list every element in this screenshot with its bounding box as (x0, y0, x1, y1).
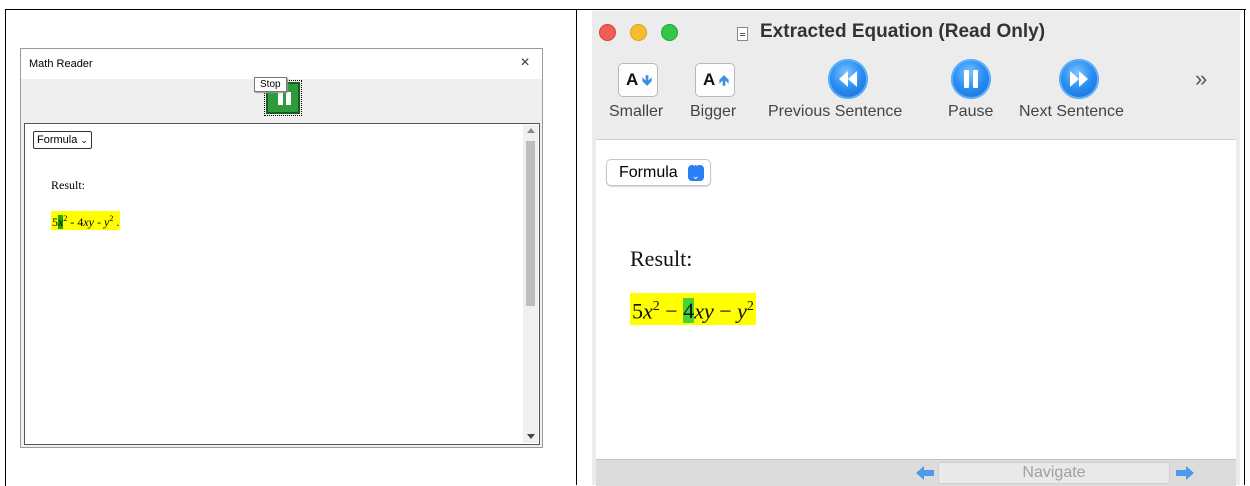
content-pane: Formula ⌃ ⌄ Result: 5x2 − 4xy − y2 (596, 139, 1236, 460)
previous-sentence-label[interactable]: Previous Sentence (768, 103, 902, 121)
extracted-equation-window: Extracted Equation (Read Only) A 🡻 Smalle… (592, 11, 1240, 486)
smaller-button[interactable]: A 🡻 (618, 63, 658, 97)
fast-forward-icon (1070, 71, 1088, 87)
pause-button[interactable] (951, 59, 991, 99)
smaller-label[interactable]: Smaller (609, 103, 663, 121)
rewind-icon (839, 71, 857, 87)
arrow-left-icon[interactable] (916, 465, 934, 481)
minimize-light-icon[interactable] (630, 24, 647, 41)
formula: 5x2 - 4xy - y2 . (51, 211, 121, 230)
title-bar: Extracted Equation (Read Only) A 🡻 Smalle… (592, 11, 1240, 139)
scroll-thumb[interactable] (526, 141, 535, 306)
document-icon (737, 27, 748, 41)
close-light-icon[interactable] (599, 24, 616, 41)
chevron-updown-icon: ⌃ ⌄ (687, 163, 704, 181)
window-title: Extracted Equation (Read Only) (760, 21, 1046, 42)
vertical-scrollbar[interactable] (523, 125, 538, 443)
pause-label[interactable]: Pause (948, 103, 993, 121)
panel-divider (576, 9, 577, 485)
next-sentence-label[interactable]: Next Sentence (1019, 103, 1124, 121)
arrow-right-icon[interactable] (1176, 465, 1194, 481)
stop-tooltip: Stop (254, 77, 287, 92)
arrow-down-icon: 🡻 (641, 72, 652, 88)
scroll-up-icon[interactable] (527, 128, 535, 133)
zoom-light-icon[interactable] (661, 24, 678, 41)
pause-icon (964, 70, 978, 88)
math-reader-window: Math Reader × Formula ⌄ Result: 5x2 - 4x… (20, 48, 543, 448)
bigger-button[interactable]: A 🡹 (695, 63, 735, 97)
previous-sentence-button[interactable] (828, 59, 868, 99)
formula: 5x2 − 4xy − y2 (630, 293, 756, 326)
status-bar: Navigate (596, 459, 1236, 486)
arrow-up-icon: 🡹 (718, 72, 729, 88)
window-title: Math Reader (29, 58, 93, 70)
result-label: Result: (630, 246, 693, 271)
view-select[interactable]: Formula ⌃ ⌄ (606, 159, 711, 186)
content-pane: Formula ⌄ Result: 5x2 - 4xy - y2 . (24, 123, 540, 445)
navigate-field[interactable]: Navigate (938, 462, 1170, 484)
close-button[interactable]: × (514, 52, 536, 74)
select-value: Formula (37, 134, 78, 146)
right-border (1244, 9, 1245, 485)
next-sentence-button[interactable] (1059, 59, 1099, 99)
title-bar: Math Reader × (21, 49, 542, 79)
chevron-down-icon: ⌄ (80, 135, 88, 145)
more-icon[interactable]: » (1195, 66, 1207, 92)
select-value: Formula (619, 164, 678, 181)
view-select[interactable]: Formula ⌄ (33, 131, 92, 149)
bigger-label[interactable]: Bigger (690, 103, 736, 121)
result-label: Result: (51, 178, 86, 192)
scroll-down-icon[interactable] (527, 434, 535, 439)
